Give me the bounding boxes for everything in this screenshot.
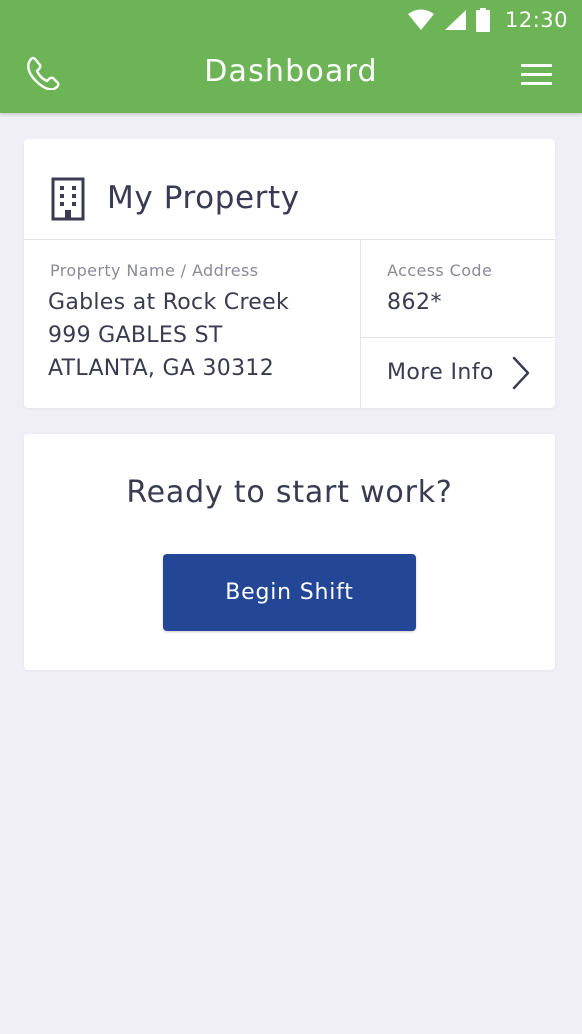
page-title: Dashboard xyxy=(204,54,378,89)
app-bar: 12:30 Dashboard xyxy=(0,0,582,113)
property-card-header: My Property xyxy=(24,139,555,240)
wifi-icon xyxy=(407,9,434,30)
my-property-card: My Property Property Name / Address Gabl… xyxy=(24,139,555,408)
begin-shift-button[interactable]: Begin Shift xyxy=(163,554,416,631)
access-code-label: Access Code xyxy=(387,261,493,280)
more-info-button[interactable]: More Info xyxy=(361,338,555,408)
start-work-prompt: Ready to start work? xyxy=(126,475,453,510)
battery-icon xyxy=(475,8,490,32)
cellular-signal-icon xyxy=(444,10,466,30)
property-card-title: My Property xyxy=(107,180,300,216)
property-name: Gables at Rock Creek xyxy=(48,290,290,315)
menu-button[interactable] xyxy=(521,64,552,86)
chevron-right-icon xyxy=(512,356,530,390)
more-info-label: More Info xyxy=(387,360,494,385)
status-bar: 12:30 xyxy=(407,6,568,34)
property-address-line2: ATLANTA, GA 30312 xyxy=(48,356,274,381)
start-work-card: Ready to start work? Begin Shift xyxy=(24,434,555,670)
menu-icon xyxy=(521,64,552,85)
status-time: 12:30 xyxy=(504,8,568,32)
property-address-line1: 999 GABLES ST xyxy=(48,323,223,348)
access-code-value: 862* xyxy=(387,290,442,315)
building-icon xyxy=(51,177,85,221)
property-name-address-label: Property Name / Address xyxy=(50,261,259,280)
